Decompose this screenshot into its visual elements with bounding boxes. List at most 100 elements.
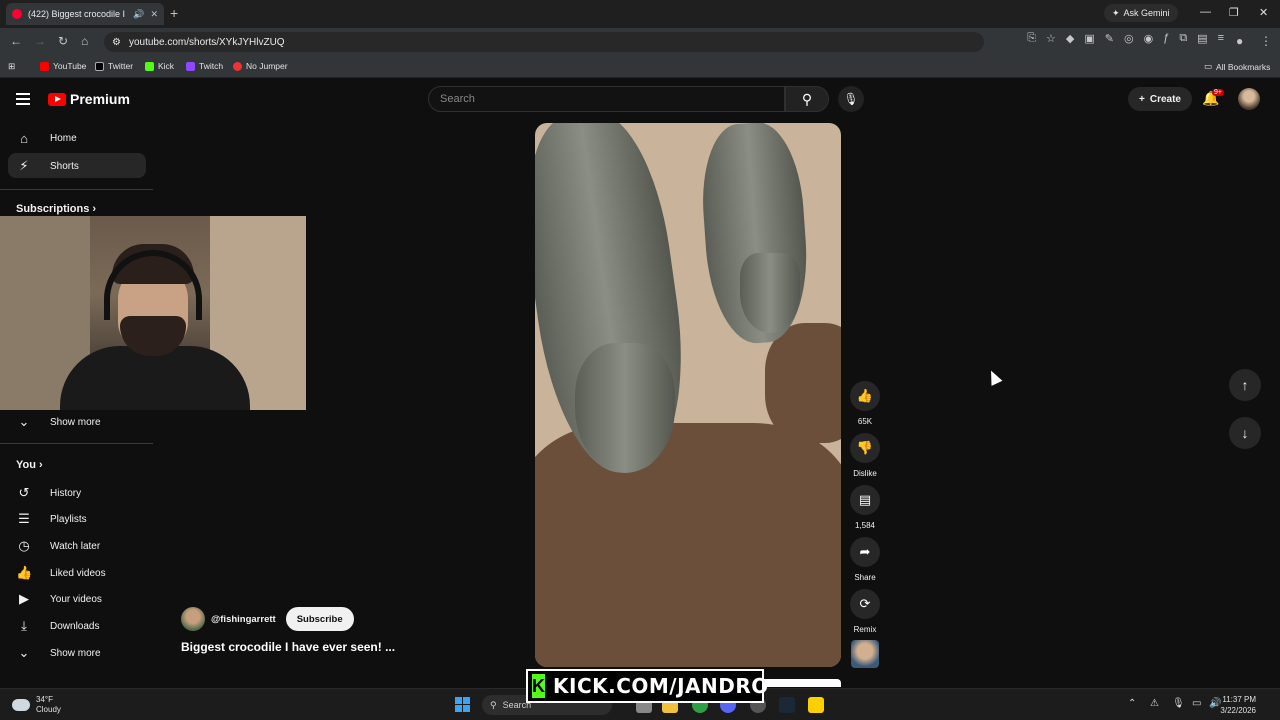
sidebar-item-liked-videos[interactable]: 👍 Liked videos — [16, 565, 106, 581]
close-tab-icon[interactable]: ✕ — [150, 9, 158, 20]
chevron-right-icon: › — [39, 459, 43, 471]
ask-gemini-button[interactable]: ✦ Ask Gemini — [1104, 4, 1178, 22]
previous-short-button[interactable]: ↑ — [1229, 369, 1261, 401]
you-heading[interactable]: You › — [16, 459, 43, 471]
minimize-icon[interactable]: — — [1200, 6, 1211, 18]
bookmark-kick[interactable]: Kick — [145, 61, 174, 71]
youtube-play-icon — [48, 92, 66, 106]
extension-icon[interactable]: ƒ — [1163, 32, 1169, 45]
restore-icon[interactable]: ❐ — [1229, 6, 1239, 19]
create-button[interactable]: + Create — [1128, 87, 1192, 111]
home-browser-icon[interactable]: ⌂ — [81, 34, 88, 48]
puzzle-icon[interactable]: ⧉ — [1179, 32, 1187, 45]
extension-icon[interactable]: ▣ — [1084, 32, 1094, 45]
audio-icon[interactable]: 🔊 — [133, 9, 144, 20]
share-icon: ➦ — [859, 544, 871, 559]
system-clock[interactable]: 11:37 PM 3/22/2026 — [1220, 694, 1256, 716]
bookmarks-bar: ⊞ YouTube Twitter Kick Twitch No Jumper … — [0, 56, 1280, 78]
search-button[interactable]: ⚲ — [785, 86, 829, 112]
comment-icon: ▤ — [858, 492, 872, 507]
sidebar-divider — [0, 443, 153, 444]
profile-icon[interactable]: ● — [1236, 34, 1243, 48]
download-icon: ⤓ — [21, 618, 27, 633]
short-title[interactable]: Biggest crocodile I have ever seen! ... — [181, 640, 395, 654]
kick-logo-icon: K — [532, 674, 545, 698]
dislike-button[interactable]: 👎 Dislike — [849, 433, 881, 478]
extension-icon[interactable]: ✎ — [1105, 32, 1114, 45]
audio-source-thumbnail[interactable] — [851, 640, 879, 668]
show-more-subscriptions[interactable]: ⌄ Show more — [16, 414, 101, 430]
steam-icon[interactable] — [779, 697, 795, 713]
sidebar-item-watch-later[interactable]: ◷ Watch later — [16, 538, 100, 554]
subscriptions-heading[interactable]: Subscriptions › — [16, 203, 96, 215]
mic-tray-icon[interactable]: 🎙 — [1172, 698, 1185, 709]
all-bookmarks[interactable]: ▭ All Bookmarks — [1204, 61, 1270, 72]
forward-icon[interactable]: → — [34, 34, 46, 48]
address-bar[interactable]: ⚙ youtube.com/shorts/XYkJYHlvZUQ — [104, 32, 984, 52]
sidebar-item-playlists[interactable]: ☰ Playlists — [16, 511, 87, 527]
site-info-icon[interactable]: ⚙ — [112, 37, 121, 48]
extension-icon[interactable]: ◎ — [1124, 32, 1134, 45]
share-button[interactable]: ➦ Share — [849, 537, 881, 582]
url-text: youtube.com/shorts/XYkJYHlvZUQ — [128, 36, 285, 48]
search-input[interactable]: Search — [428, 86, 785, 112]
bookmark-youtube[interactable]: YouTube — [40, 61, 86, 71]
bookmark-star-icon[interactable]: ☆ — [1046, 32, 1056, 45]
history-icon: ↺ — [18, 485, 30, 500]
media-icon[interactable]: ≡ — [1218, 32, 1224, 45]
comments-button[interactable]: ▤ 1,584 — [849, 485, 881, 530]
sidebar-item-history[interactable]: ↺ History — [16, 485, 82, 501]
apps-grid-icon[interactable]: ⊞ — [8, 61, 15, 72]
tray-overflow-icon[interactable]: ⌃ — [1128, 698, 1136, 709]
like-button[interactable]: 👍 65K — [849, 381, 881, 426]
menu-kebab-icon[interactable]: ⋮ — [1260, 34, 1272, 48]
show-more-you[interactable]: ⌄ Show more — [16, 645, 101, 661]
weather-widget[interactable]: 34°F Cloudy — [12, 695, 61, 715]
arrow-down-icon: ↓ — [1241, 425, 1249, 441]
close-window-icon[interactable]: ✕ — [1259, 6, 1268, 19]
sidebar-item-home[interactable]: ⌂ Home — [16, 131, 77, 146]
arrow-up-icon: ↑ — [1241, 377, 1249, 393]
sidepanel-icon[interactable]: ▤ — [1197, 32, 1207, 45]
search-icon: ⚲ — [490, 699, 497, 710]
app-icon[interactable] — [808, 697, 824, 713]
new-tab-button[interactable]: + — [170, 5, 178, 21]
sidebar-item-your-videos[interactable]: ▶ Your videos — [16, 591, 102, 607]
bookmark-twitter[interactable]: Twitter — [95, 61, 133, 71]
bookmark-nojumper[interactable]: No Jumper — [233, 61, 288, 71]
sidebar-item-downloads[interactable]: ⤓ Downloads — [16, 618, 99, 634]
display-icon[interactable]: ▭ — [1192, 698, 1201, 709]
subscribe-button[interactable]: Subscribe — [285, 607, 354, 631]
channel-avatar[interactable] — [181, 607, 205, 631]
watch-later-icon: ◷ — [18, 538, 30, 553]
your-videos-icon: ▶ — [19, 591, 29, 606]
cast-icon[interactable]: ⎘ — [1027, 32, 1036, 45]
kick-overlay: K KICK.COM/JANDRO — [526, 669, 768, 703]
sidebar-divider — [0, 189, 153, 190]
remix-button[interactable]: ⟳ Remix — [849, 589, 881, 634]
sidebar-item-shorts[interactable]: ⚡ Shorts — [16, 158, 78, 174]
browser-tab[interactable]: (422) Biggest crocodile I ha 🔊 ✕ — [6, 3, 164, 25]
streamer-webcam — [0, 216, 306, 410]
youtube-logo[interactable]: Premium — [48, 91, 130, 107]
extension-icon[interactable]: ◆ — [1066, 32, 1074, 45]
mouse-cursor-icon — [985, 368, 1003, 386]
network-icon[interactable]: ⚠ — [1150, 698, 1159, 709]
extension-icon[interactable]: ◉ — [1144, 32, 1154, 45]
channel-name[interactable]: @fishingarrett — [211, 614, 276, 625]
bookmark-twitch[interactable]: Twitch — [186, 61, 223, 71]
windows-start-icon[interactable] — [455, 697, 470, 712]
back-icon[interactable]: ← — [10, 34, 22, 48]
hamburger-menu-icon[interactable] — [16, 93, 30, 105]
reload-icon[interactable]: ↻ — [58, 34, 68, 48]
next-short-button[interactable]: ↓ — [1229, 417, 1261, 449]
gemini-icon: ✦ — [1112, 7, 1120, 18]
account-avatar[interactable] — [1238, 88, 1260, 110]
voice-search-button[interactable]: 🎙 — [838, 86, 864, 112]
plus-icon: + — [1139, 93, 1145, 105]
cloud-icon — [12, 699, 30, 711]
ask-gemini-label: Ask Gemini — [1123, 8, 1170, 18]
short-video-player[interactable] — [535, 123, 841, 667]
thumbs-down-icon: 👎 — [856, 440, 874, 455]
channel-row: @fishingarrett Subscribe — [181, 607, 354, 631]
